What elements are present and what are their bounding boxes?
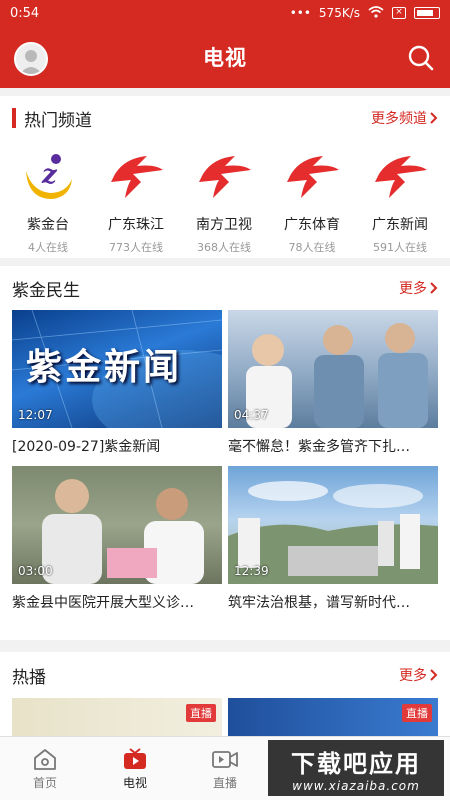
zijin-minsheng-header: 紫金民生 更多 (0, 266, 450, 310)
gdtv-logo-icon (371, 148, 429, 206)
channel-item[interactable]: 广东新闻 591人在线 (356, 140, 444, 255)
section-accent-bar (12, 108, 16, 128)
gdtv-logo-icon (283, 148, 341, 206)
video-title: [2020-09-27]紫金新闻 (12, 439, 161, 455)
video-thumbnail: 紫金新闻 12:07 (12, 310, 222, 428)
tab-label: 首页 (32, 775, 57, 790)
video-camera-icon (212, 750, 238, 768)
hot-broadcast-section: 热播 更多 直播 直播 (0, 652, 450, 742)
hot-channels-section: 热门频道 更多频道 z 紫金台 4人在线 广东珠江 773人在线 南方卫视 36… (0, 96, 450, 258)
channel-viewers: 78人在线 (288, 241, 336, 254)
tab-live[interactable]: 直播 (180, 737, 270, 800)
wifi-icon (368, 5, 384, 21)
hot-channels-header: 热门频道 更多频道 (0, 96, 450, 140)
status-time: 0:54 (10, 5, 40, 21)
channel-viewers: 591人在线 (373, 241, 427, 254)
tv-icon (124, 747, 146, 769)
more-label: 更多频道 (371, 111, 427, 127)
video-title: 筑牢法治根基，谱写新时代… (228, 595, 410, 611)
watermark-url: www.xiazaiba.com (292, 778, 420, 793)
video-duration: 04:37 (234, 408, 269, 422)
avatar[interactable] (14, 42, 48, 76)
status-bar: 0:54 ••• 575K/s × (0, 0, 450, 26)
video-card[interactable]: 12:39 筑牢法治根基，谱写新时代… (228, 466, 438, 612)
gdtv-logo-icon (107, 148, 165, 206)
thumbnail-caption: 紫金新闻 (26, 347, 183, 388)
video-thumbnail: 03:00 (12, 466, 222, 584)
search-icon[interactable] (406, 43, 436, 73)
svg-text:z: z (41, 160, 58, 190)
live-badge: 直播 (186, 704, 216, 722)
battery-icon (414, 7, 440, 19)
video-thumbnail: 04:37 (228, 310, 438, 428)
channel-name: 南方卫视 (196, 217, 252, 233)
tab-label: 直播 (212, 775, 237, 790)
video-grid: 紫金新闻 12:07 [2020-09-27]紫金新闻 04:37 毫不懈怠！紫… (0, 310, 450, 622)
hot-broadcast-header: 热播 更多 (0, 652, 450, 698)
video-duration: 12:07 (18, 408, 53, 422)
video-thumbnail: 12:39 (228, 466, 438, 584)
chevron-right-icon (430, 112, 438, 124)
watermark-text: 下载吧应用 (291, 749, 421, 778)
zijin-minsheng-section: 紫金民生 更多 紫金新闻 12:07 [2020-09-27]紫金新闻 04:3… (0, 266, 450, 640)
tab-tv[interactable]: 电视 (90, 737, 180, 800)
video-card[interactable]: 04:37 毫不懈怠！紫金多管齐下扎… (228, 310, 438, 456)
channel-item[interactable]: z 紫金台 4人在线 (4, 140, 92, 255)
app-header: 电视 (0, 26, 450, 88)
channel-name: 广东珠江 (108, 217, 164, 233)
channel-list: z 紫金台 4人在线 广东珠江 773人在线 南方卫视 368人在线 广东体育 … (0, 140, 450, 255)
video-card[interactable]: 紫金新闻 12:07 [2020-09-27]紫金新闻 (12, 310, 222, 456)
more-channels-link[interactable]: 更多频道 (371, 108, 438, 128)
watermark-logo: 下载吧应用 www.xiazaiba.com (268, 740, 444, 796)
video-duration: 03:00 (18, 564, 53, 578)
page-title: 电视 (203, 46, 247, 70)
network-speed: 575K/s (318, 6, 360, 20)
video-duration: 12:39 (234, 564, 269, 578)
tab-label: 电视 (122, 775, 147, 790)
channel-name: 广东新闻 (372, 217, 428, 233)
channel-item[interactable]: 广东体育 78人在线 (268, 140, 356, 255)
gdtv-logo-icon (195, 148, 253, 206)
more-label: 更多 (399, 668, 427, 684)
channel-item[interactable]: 广东珠江 773人在线 (92, 140, 180, 255)
channel-item[interactable]: 南方卫视 368人在线 (180, 140, 268, 255)
chevron-right-icon (430, 669, 438, 681)
section-title: 热门频道 (24, 110, 92, 131)
section-title: 紫金民生 (12, 280, 80, 301)
video-title: 毫不懈怠！紫金多管齐下扎… (228, 439, 410, 455)
channel-viewers: 368人在线 (197, 241, 251, 254)
home-icon (34, 748, 56, 770)
video-card[interactable]: 03:00 紫金县中医院开展大型义诊… (12, 466, 222, 612)
status-dots: ••• (289, 6, 311, 20)
tab-home[interactable]: 首页 (0, 737, 90, 800)
more-link[interactable]: 更多 (399, 665, 438, 685)
bottom-tab-bar: 首页 电视 直播 下载吧应用 www.xiazaiba.com (0, 736, 450, 800)
channel-viewers: 773人在线 (109, 241, 163, 254)
more-link[interactable]: 更多 (399, 278, 438, 298)
channel-name: 广东体育 (284, 217, 340, 233)
more-label: 更多 (399, 281, 427, 297)
live-badge: 直播 (402, 704, 432, 722)
video-title: 紫金县中医院开展大型义诊… (12, 595, 194, 611)
sim-off-icon: × (392, 7, 406, 19)
channel-name: 紫金台 (27, 217, 69, 233)
chevron-right-icon (430, 282, 438, 294)
channel-viewers: 4人在线 (28, 241, 68, 254)
zijin-tv-logo-icon: z (19, 148, 77, 206)
section-title: 热播 (12, 667, 46, 688)
